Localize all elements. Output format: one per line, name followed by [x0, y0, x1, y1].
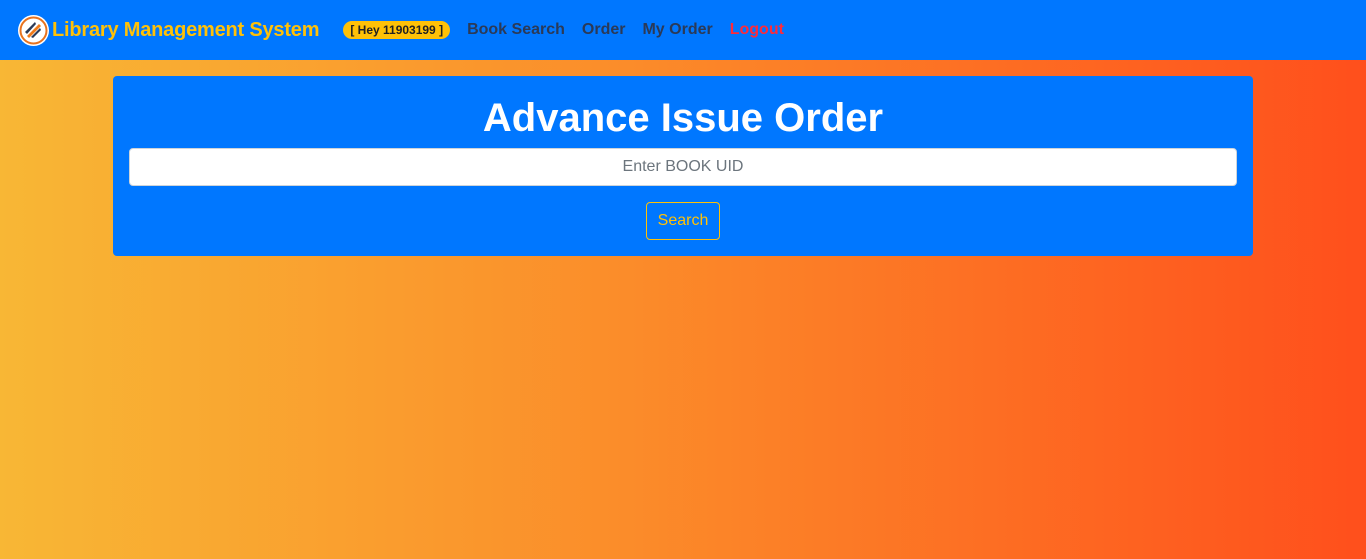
- user-greeting-badge: [ Hey 11903199 ]: [343, 21, 451, 39]
- top-navbar: Library Management System [ Hey 11903199…: [0, 0, 1366, 60]
- library-logo-icon: [18, 14, 49, 46]
- search-button[interactable]: Search: [646, 202, 720, 240]
- nav-logout[interactable]: Logout: [730, 21, 784, 39]
- brand-title: Library Management System: [52, 18, 320, 41]
- advance-issue-order-card: Advance Issue Order Search: [113, 76, 1253, 256]
- nav-order[interactable]: Order: [582, 21, 626, 39]
- nav-book-search[interactable]: Book Search: [467, 21, 565, 39]
- book-uid-input[interactable]: [129, 148, 1237, 186]
- page-title: Advance Issue Order: [482, 96, 884, 140]
- brand-link[interactable]: Library Management System: [18, 14, 320, 46]
- nav-my-order[interactable]: My Order: [642, 21, 712, 39]
